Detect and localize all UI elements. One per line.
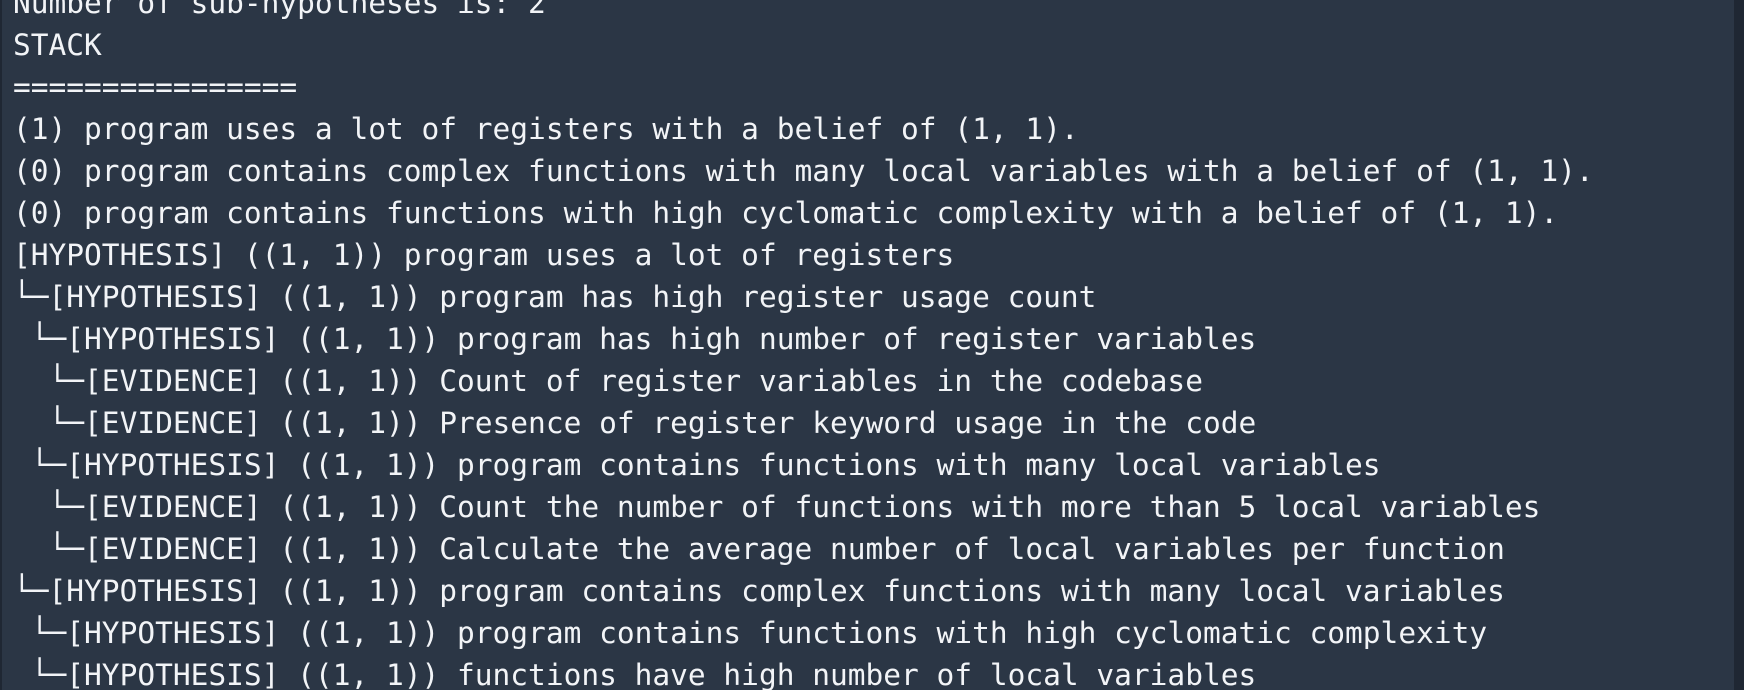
tree-node-hypothesis: └─[HYPOTHESIS] ((1, 1)) program contains… [13,616,1488,650]
tree-node-hypothesis: └─[HYPOTHESIS] ((1, 1)) functions have h… [13,658,1257,690]
stack-entry: (0) program contains complex functions w… [13,154,1594,188]
tree-node-hypothesis: └─[HYPOTHESIS] ((1, 1)) program contains… [13,574,1505,608]
tree-node-hypothesis: └─[HYPOTHESIS] ((1, 1)) program contains… [13,448,1381,482]
stack-entry: (0) program contains functions with high… [13,196,1559,230]
tree-root-hypothesis: [HYPOTHESIS] ((1, 1)) program uses a lot… [13,238,955,272]
tree-node-evidence: └─[EVIDENCE] ((1, 1)) Count of register … [13,364,1203,398]
tree-node-evidence: └─[EVIDENCE] ((1, 1)) Presence of regist… [13,406,1257,440]
window-edge [0,0,2,690]
output-line-stack-header: STACK [13,28,102,62]
stack-entry: (1) program uses a lot of registers with… [13,112,1079,146]
tree-node-hypothesis: └─[HYPOTHESIS] ((1, 1)) program has high… [13,280,1097,314]
terminal-window[interactable]: Number of sub-hypotheses is: 2 STACK ===… [0,0,1744,690]
window-edge [1734,0,1744,690]
tree-node-hypothesis: └─[HYPOTHESIS] ((1, 1)) program has high… [13,322,1257,356]
output-line-sub-hypotheses-count: Number of sub-hypotheses is: 2 [13,0,546,20]
tree-node-evidence: └─[EVIDENCE] ((1, 1)) Calculate the aver… [13,532,1505,566]
output-line-separator: ================ [13,70,298,104]
terminal-output: Number of sub-hypotheses is: 2 STACK ===… [13,0,1594,690]
tree-node-evidence: └─[EVIDENCE] ((1, 1)) Count the number o… [13,490,1541,524]
